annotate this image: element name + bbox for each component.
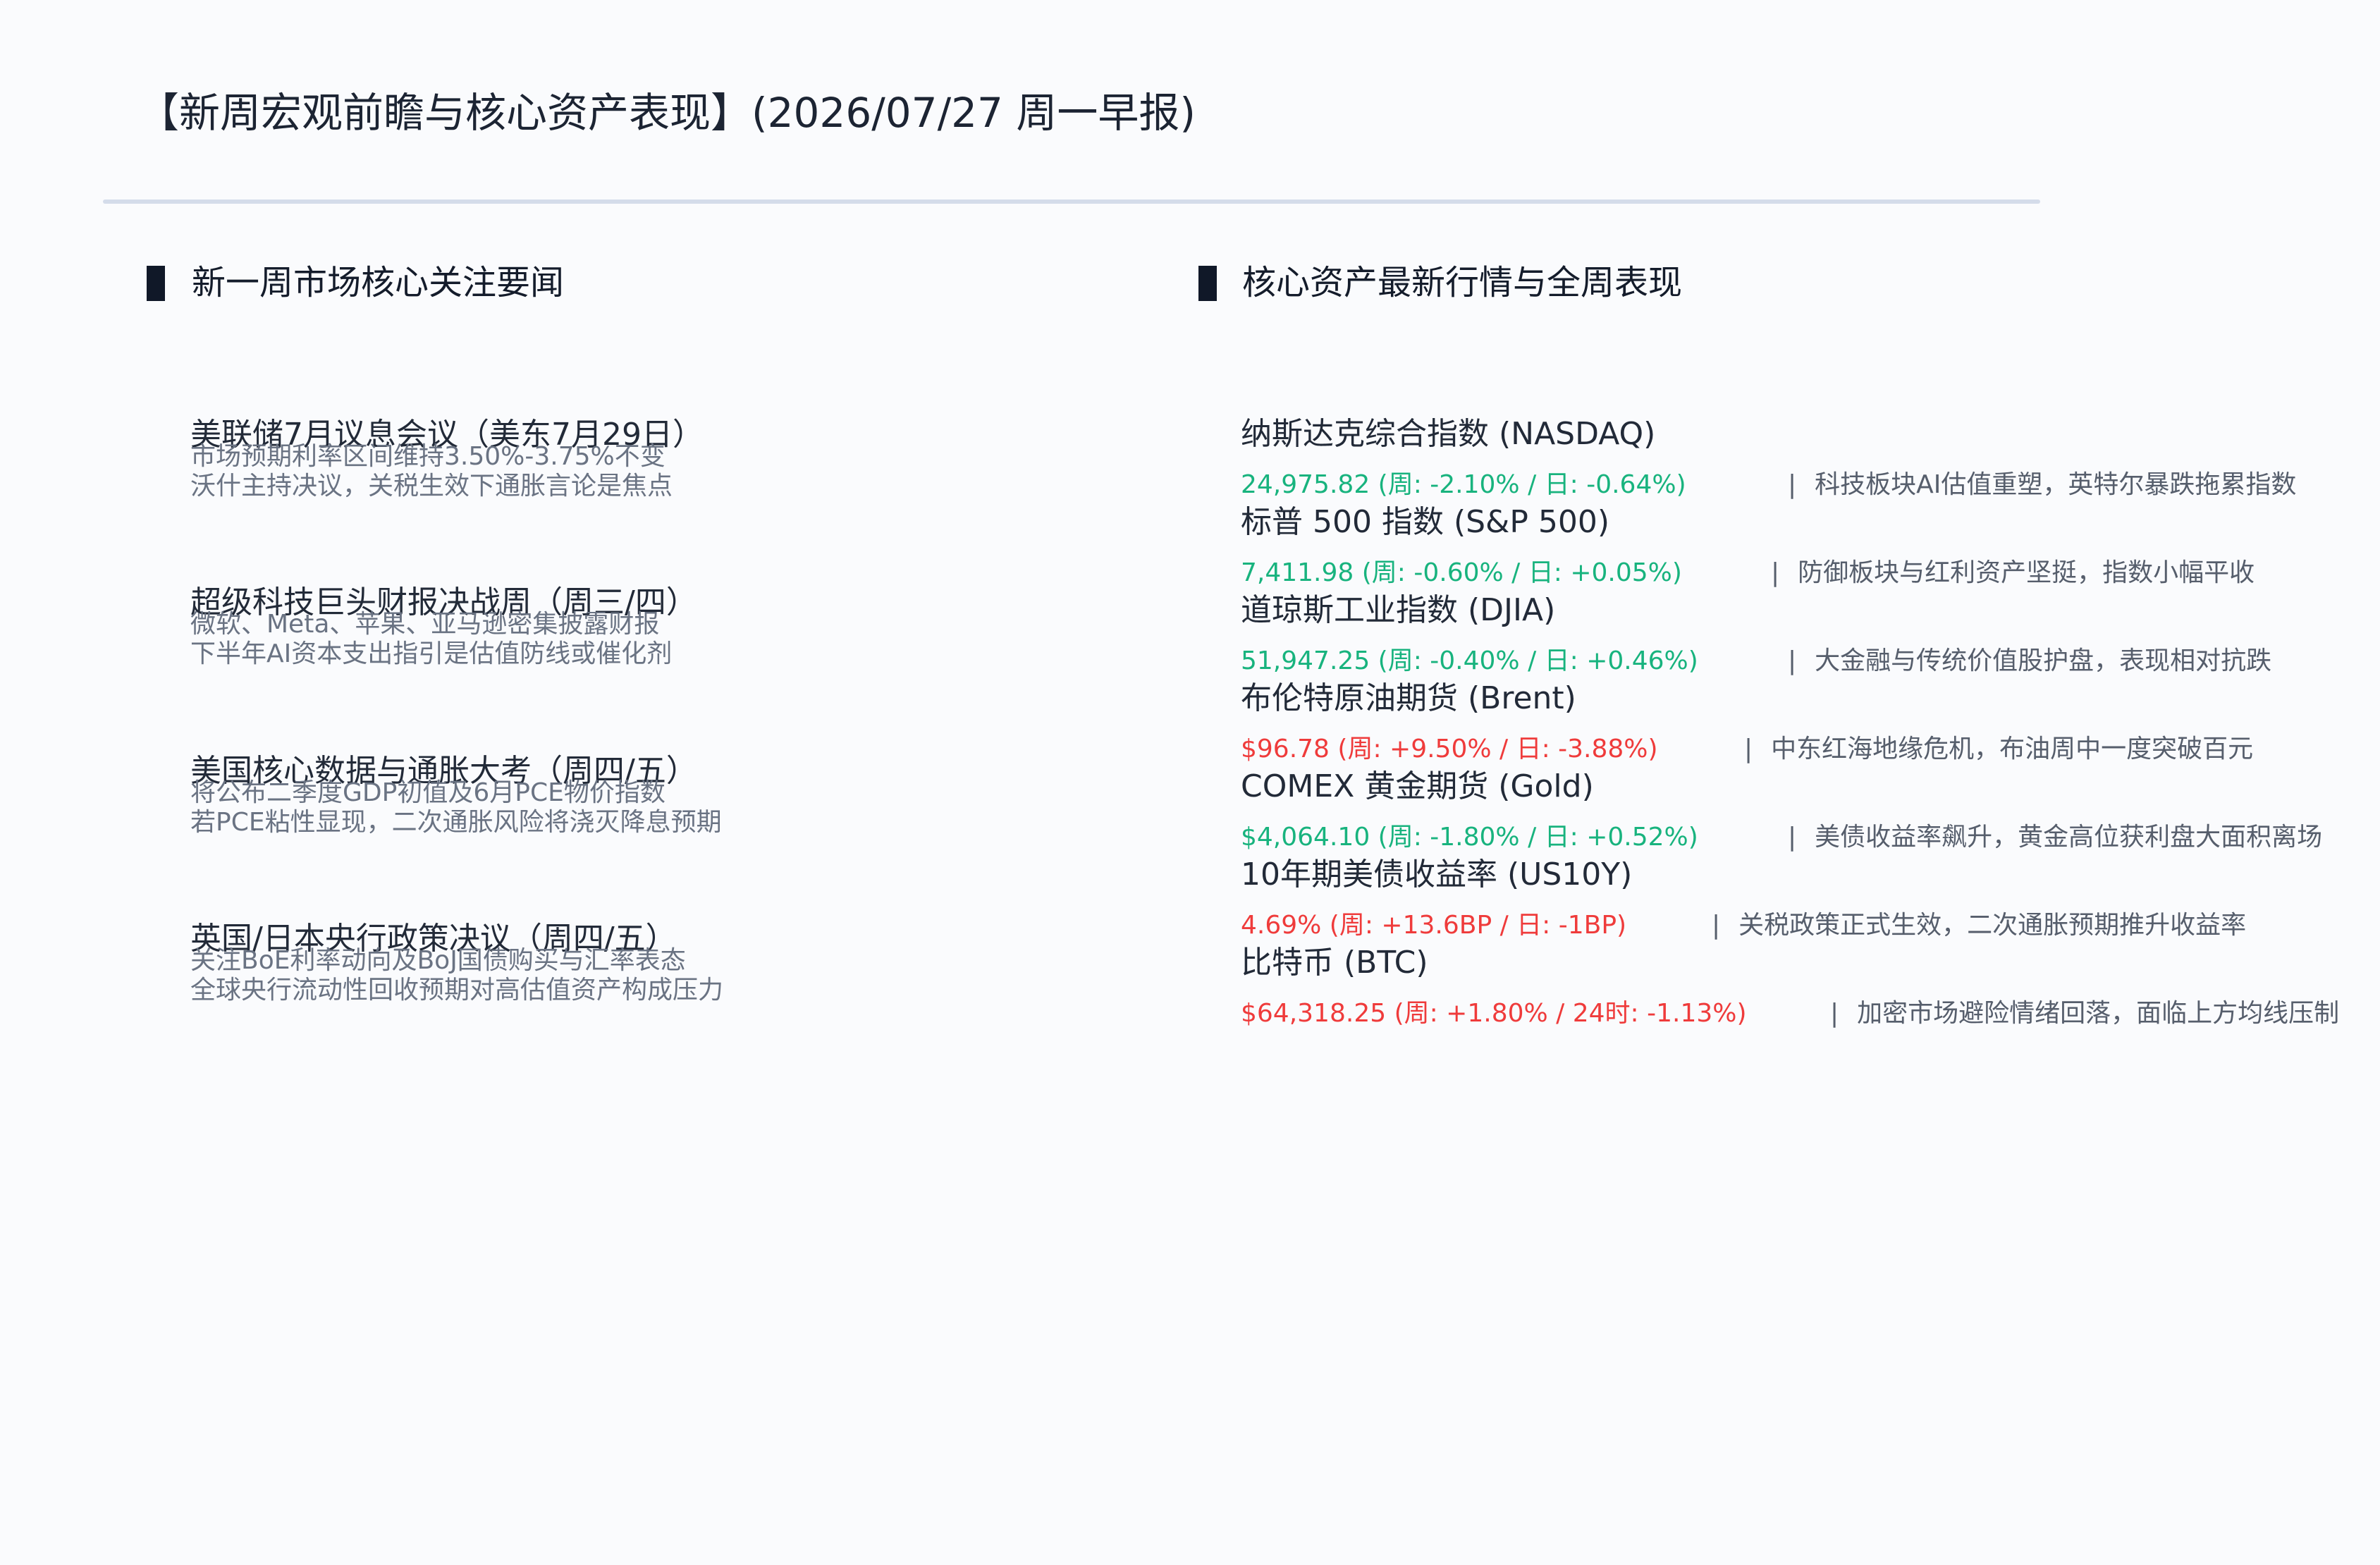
asset-quote-btc: $64,318.25 (周: +1.80% / 24时: -1.13%) [1241, 999, 1747, 1028]
asset-quote-gold: $4,064.10 (周: -1.80% / 日: +0.52%) [1241, 823, 1698, 852]
news-detail: 全球央行流动性回收预期对高估值资产构成压力 [190, 976, 724, 1005]
page-title: 【新周宏观前瞻与核心资产表现】(2026/07/27 周一早报) [138, 89, 1196, 137]
asset-quote-djia: 51,947.25 (周: -0.40% / 日: +0.46%) [1241, 646, 1698, 675]
asset-name-djia: 道琼斯工业指数 (DJIA) [1241, 592, 1556, 628]
asset-name-btc: 比特币 (BTC) [1241, 945, 1428, 981]
asset-note-text: 中东红海地缘危机，布油周中一度突破百元 [1771, 735, 2254, 763]
section-marker-right [1198, 266, 1217, 301]
asset-name-brent: 布伦特原油期货 (Brent) [1241, 680, 1576, 716]
asset-note-text: 大金融与传统价值股护盘，表现相对抗跌 [1815, 646, 2272, 675]
asset-note-text: 加密市场避险情绪回落，面临上方均线压制 [1857, 999, 2340, 1028]
asset-note-sp500: | 防御板块与红利资产坚挺，指数小幅平收 [1771, 557, 2255, 589]
section-heading-assets: 核心资产最新行情与全周表现 [1242, 263, 1683, 302]
title-divider [103, 200, 2040, 204]
asset-note-us10y: | 关税政策正式生效，二次通胀预期推升收益率 [1712, 909, 2246, 942]
asset-name-gold: COMEX 黄金期货 (Gold) [1241, 768, 1594, 804]
note-separator: | [1712, 911, 1721, 940]
news-detail: 微软、Meta、苹果、亚马逊密集披露财报 [190, 610, 660, 639]
asset-name-sp500: 标普 500 指数 (S&P 500) [1241, 504, 1610, 540]
section-marker-left [147, 266, 165, 301]
asset-name-us10y: 10年期美债收益率 (US10Y) [1241, 857, 1633, 892]
asset-note-text: 美债收益率飙升，黄金高位获利盘大面积离场 [1815, 823, 2323, 852]
note-separator: | [1788, 470, 1797, 499]
asset-note-gold: | 美债收益率飙升，黄金高位获利盘大面积离场 [1788, 821, 2322, 854]
asset-quote-nasdaq: 24,975.82 (周: -2.10% / 日: -0.64%) [1241, 470, 1686, 499]
note-separator: | [1830, 999, 1839, 1028]
asset-note-text: 科技板块AI估值重塑，英特尔暴跌拖累指数 [1815, 470, 2297, 499]
news-detail: 沃什主持决议，关税生效下通胀言论是焦点 [190, 472, 673, 501]
news-detail: 将公布二季度GDP初值及6月PCE物价指数 [190, 778, 665, 807]
asset-note-text: 关税政策正式生效，二次通胀预期推升收益率 [1738, 911, 2247, 940]
news-detail: 若PCE粘性显现，二次通胀风险将浇灭降息预期 [190, 808, 722, 837]
note-separator: | [1771, 558, 1780, 587]
asset-quote-brent: $96.78 (周: +9.50% / 日: -3.88%) [1241, 735, 1658, 763]
asset-name-nasdaq: 纳斯达克综合指数 (NASDAQ) [1241, 416, 1656, 452]
asset-quote-us10y: 4.69% (周: +13.6BP / 日: -1BP) [1241, 911, 1627, 940]
asset-note-nasdaq: | 科技板块AI估值重塑，英特尔暴跌拖累指数 [1788, 469, 2296, 501]
news-detail: 下半年AI资本支出指引是估值防线或催化剂 [190, 639, 673, 668]
asset-quote-sp500: 7,411.98 (周: -0.60% / 日: +0.05%) [1241, 558, 1682, 587]
asset-note-text: 防御板块与红利资产坚挺，指数小幅平收 [1798, 558, 2255, 587]
asset-note-btc: | 加密市场避险情绪回落，面临上方均线压制 [1830, 998, 2339, 1030]
news-detail: 市场预期利率区间维持3.50%-3.75%不变 [190, 442, 665, 471]
section-heading-news: 新一周市场核心关注要闻 [192, 263, 565, 302]
note-separator: | [1788, 823, 1797, 852]
note-separator: | [1744, 735, 1753, 763]
note-separator: | [1788, 646, 1797, 675]
news-detail: 关注BoE利率动向及BoJ国债购买与汇率表态 [190, 946, 686, 975]
asset-note-brent: | 中东红海地缘危机，布油周中一度突破百元 [1744, 733, 2253, 766]
asset-note-djia: | 大金融与传统价值股护盘，表现相对抗跌 [1788, 645, 2271, 677]
